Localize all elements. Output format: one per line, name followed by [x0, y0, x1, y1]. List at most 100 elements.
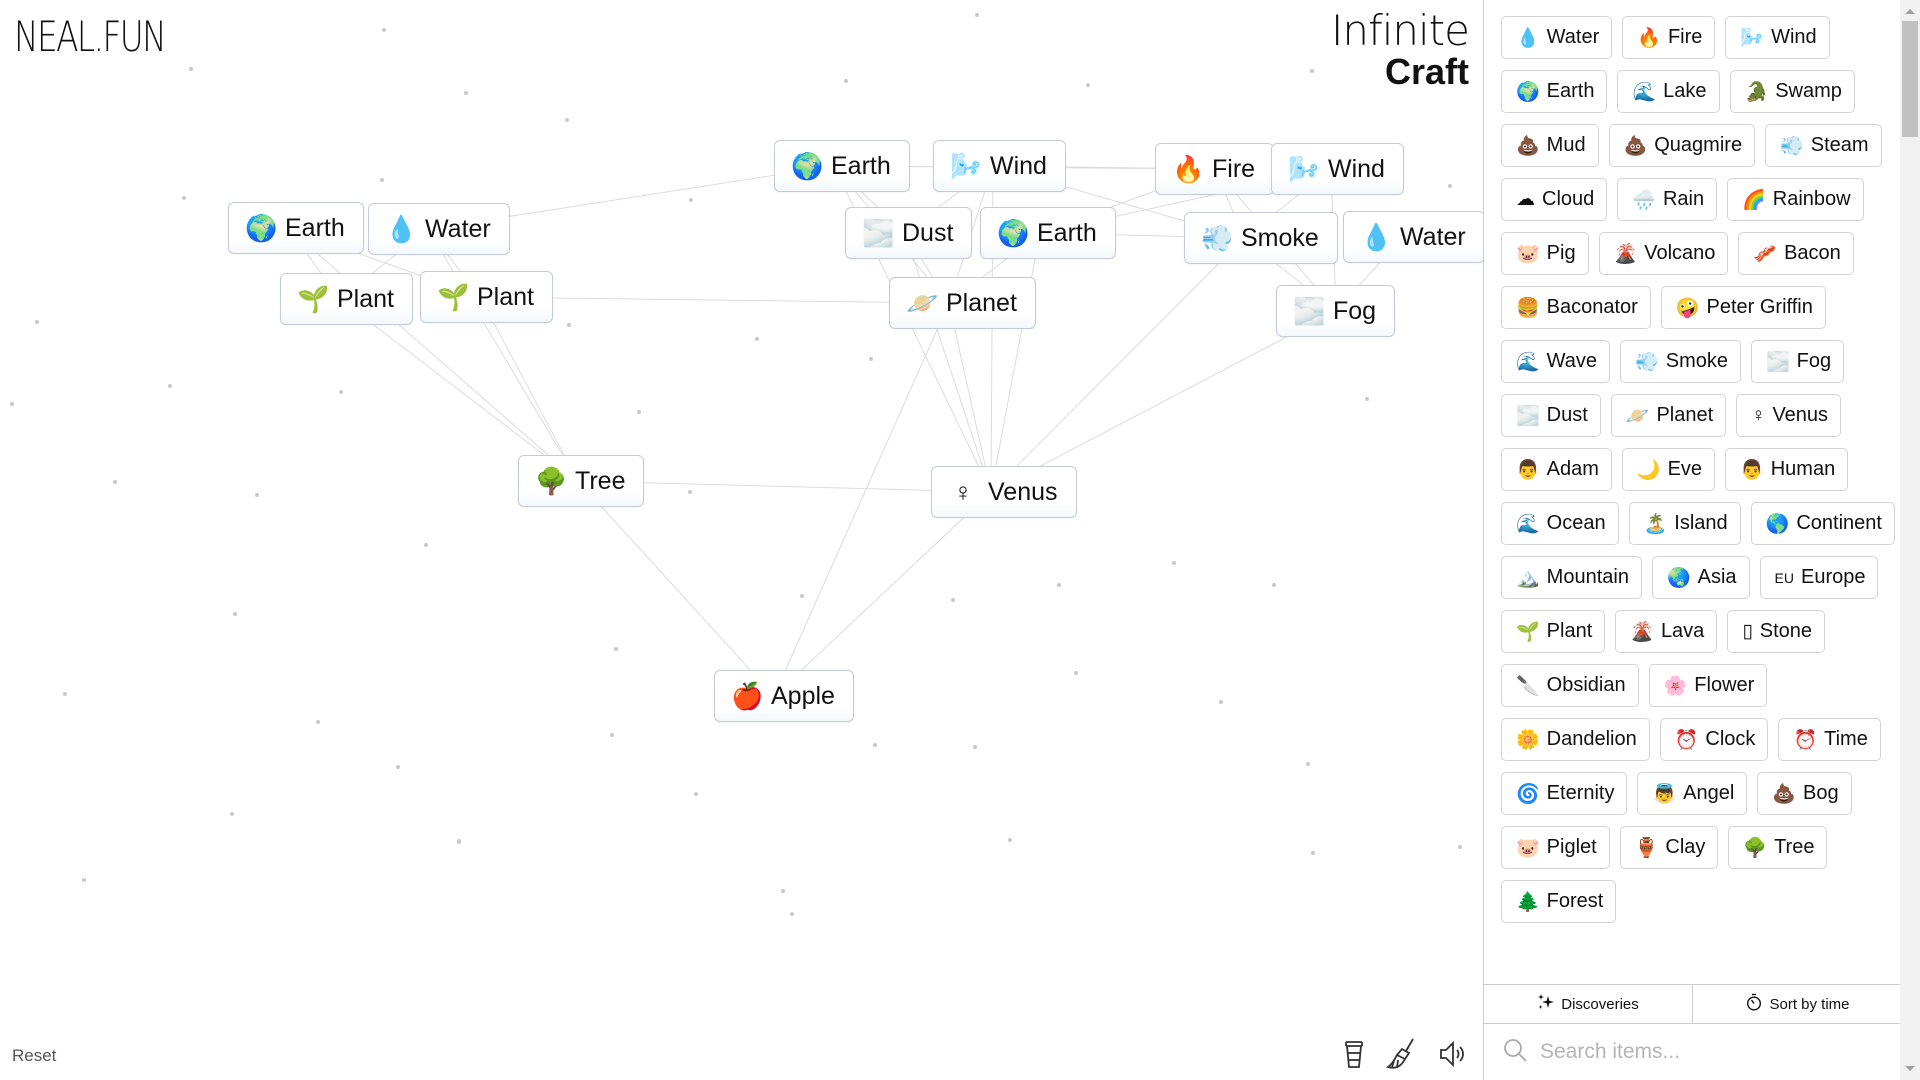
sidebar-item-lake[interactable]: 🌊 Lake [1617, 70, 1720, 113]
sidebar-item-dandelion[interactable]: 🌼 Dandelion [1501, 718, 1650, 761]
neal-fun-logo[interactable]: NEAL.FUN [14, 12, 167, 61]
sidebar-item-bog[interactable]: 💩 Bog [1757, 772, 1852, 815]
canvas-element-planet[interactable]: 🪐 Planet [889, 277, 1036, 329]
search-input[interactable] [1540, 1040, 1870, 1064]
sidebar-item-human[interactable]: 👨 Human [1725, 448, 1849, 491]
sidebar-item-steam[interactable]: 💨 Steam [1765, 124, 1882, 167]
water-icon: 💧 [1360, 221, 1393, 252]
sidebar-item-dust[interactable]: 🌫️ Dust [1501, 394, 1601, 437]
sidebar-item-eternity[interactable]: 🌀 Eternity [1501, 772, 1628, 815]
sidebar-item-peter-griffin[interactable]: 🤪 Peter Griffin [1660, 286, 1826, 329]
sidebar-item-stone[interactable]: ▯ Stone [1727, 610, 1826, 653]
sidebar-item-smoke[interactable]: 💨 Smoke [1620, 340, 1741, 383]
sidebar-item-quagmire[interactable]: 💩 Quagmire [1608, 124, 1756, 167]
sidebar-item-adam[interactable]: 👨 Adam [1501, 448, 1612, 491]
broom-icon[interactable] [1385, 1036, 1421, 1072]
sidebar-item-fire[interactable]: 🔥 Fire [1622, 16, 1716, 59]
sidebar-item-flower[interactable]: 🌸 Flower [1648, 664, 1768, 707]
sidebar-item-bacon[interactable]: 🥓 Bacon [1738, 232, 1854, 275]
sidebar-item-tree[interactable]: 🌳 Tree [1728, 826, 1828, 869]
sidebar-item-earth[interactable]: 🌍 Earth [1501, 70, 1608, 113]
background-dot [189, 67, 193, 71]
background-dot [10, 402, 14, 406]
canvas-element-plant[interactable]: 🌱 Plant [280, 273, 413, 325]
background-dot [694, 792, 698, 796]
canvas-element-plant[interactable]: 🌱 Plant [420, 271, 553, 323]
sidebar-scrollbar[interactable] [1900, 0, 1920, 1080]
reset-button[interactable]: Reset [12, 1046, 56, 1066]
sidebar-item-pig[interactable]: 🐷 Pig [1501, 232, 1589, 275]
sidebar-item-eve[interactable]: 🌙 Eve [1621, 448, 1716, 491]
sidebar-item-planet[interactable]: 🪐 Planet [1610, 394, 1727, 437]
canvas-element-earth[interactable]: 🌍 Earth [980, 207, 1116, 259]
canvas-element-smoke[interactable]: 💨 Smoke [1184, 212, 1338, 264]
coffee-cup-icon[interactable] [1336, 1036, 1372, 1072]
sidebar-item-label: Europe [1800, 566, 1866, 588]
sidebar-item-time[interactable]: ⏰ Time [1778, 718, 1881, 761]
sidebar-item-island[interactable]: 🏝️ Island [1628, 502, 1741, 545]
sidebar-item-clock[interactable]: ⏰ Clock [1659, 718, 1769, 761]
canvas-element-earth[interactable]: 🌍 Earth [774, 140, 910, 192]
sidebar-item-baconator[interactable]: 🍔 Baconator [1501, 286, 1651, 329]
canvas-element-apple[interactable]: 🍎 Apple [714, 670, 854, 722]
sidebar-item-lava[interactable]: 🌋 Lava [1615, 610, 1718, 653]
background-dot [1458, 845, 1462, 849]
scroll-down-arrow-icon[interactable] [1905, 1066, 1915, 1071]
canvas-element-fog[interactable]: 🌫️ Fog [1276, 285, 1396, 337]
canvas-element-tree[interactable]: 🌳 Tree [518, 455, 645, 507]
sidebar-item-label: Obsidian [1546, 674, 1626, 696]
background-dot [873, 743, 877, 747]
crafting-canvas[interactable]: NEAL.FUN Infinite Craft 🌍 Earth 💧 Water 🌱 Pla… [0, 0, 1483, 1080]
angel-icon: 👼 [1652, 783, 1677, 805]
sidebar-item-obsidian[interactable]: 🔪 Obsidian [1501, 664, 1639, 707]
sidebar-item-rainbow[interactable]: 🌈 Rainbow [1727, 178, 1864, 221]
sidebar-item-fog[interactable]: 🌫️ Fog [1750, 340, 1845, 383]
sidebar-item-forest[interactable]: 🌲 Forest [1501, 880, 1617, 923]
canvas-element-label: Water [1400, 222, 1466, 251]
discoveries-label: Discoveries [1561, 995, 1639, 1013]
canvas-element-venus[interactable]: ♀ Venus [931, 466, 1077, 518]
sidebar-item-mud[interactable]: 💩 Mud [1501, 124, 1599, 167]
fire-icon: 🔥 [1637, 27, 1661, 49]
background-dot [1448, 184, 1452, 188]
discoveries-button[interactable]: Discoveries [1484, 985, 1692, 1023]
canvas-element-wind[interactable]: 🌬️ Wind [933, 140, 1066, 192]
sidebar-item-ocean[interactable]: 🌊 Ocean [1501, 502, 1619, 545]
sidebar-item-rain[interactable]: 🌧️ Rain [1617, 178, 1718, 221]
background-dot [182, 196, 186, 200]
canvas-element-earth[interactable]: 🌍 Earth [228, 202, 364, 254]
canvas-element-water[interactable]: 💧 Water [368, 203, 510, 255]
background-dot [380, 178, 384, 182]
canvas-element-wind[interactable]: 🌬️ Wind [1271, 143, 1404, 195]
canvas-element-fire[interactable]: 🔥 Fire [1155, 143, 1275, 195]
sidebar-item-label: Human [1770, 458, 1836, 480]
speaker-icon[interactable] [1435, 1036, 1471, 1072]
sidebar-item-swamp[interactable]: 🐊 Swamp [1729, 70, 1855, 113]
sidebar-item-wave[interactable]: 🌊 Wave [1501, 340, 1611, 383]
sidebar-item-piglet[interactable]: 🐷 Piglet [1501, 826, 1610, 869]
sidebar-item-label: Eternity [1546, 782, 1615, 804]
scroll-up-arrow-icon[interactable] [1905, 9, 1915, 14]
background-dot [1086, 83, 1090, 87]
scrollbar-thumb[interactable] [1902, 21, 1918, 137]
earth-icon: 🌍 [245, 212, 278, 243]
background-dot [637, 410, 641, 414]
sidebar-item-wind[interactable]: 🌬️ Wind [1725, 16, 1830, 59]
sidebar-item-angel[interactable]: 👼 Angel [1637, 772, 1748, 815]
sort-by-time-button[interactable]: Sort by time [1692, 985, 1902, 1023]
canvas-element-water[interactable]: 💧 Water [1343, 211, 1483, 263]
sidebar-item-asia[interactable]: 🌏 Asia [1651, 556, 1750, 599]
sidebar-item-europe[interactable]: EU Europe [1759, 556, 1879, 599]
canvas-element-dust[interactable]: 🌫️ Dust [845, 207, 973, 259]
background-dot [35, 320, 39, 324]
sidebar-item-cloud[interactable]: ☁ Cloud [1501, 178, 1608, 221]
sidebar-item-continent[interactable]: 🌎 Continent [1750, 502, 1895, 545]
sidebar-item-mountain[interactable]: 🏔️ Mountain [1501, 556, 1642, 599]
sidebar-item-label: Flower [1694, 674, 1755, 696]
sidebar-item-clay[interactable]: 🏺 Clay [1619, 826, 1719, 869]
sidebar-item-plant[interactable]: 🌱 Plant [1501, 610, 1606, 653]
sidebar-item-volcano[interactable]: 🌋 Volcano [1598, 232, 1729, 275]
sidebar-item-water[interactable]: 💧 Water [1501, 16, 1613, 59]
connection-line [427, 228, 579, 482]
sidebar-item-venus[interactable]: ♀ Venus [1736, 394, 1842, 437]
